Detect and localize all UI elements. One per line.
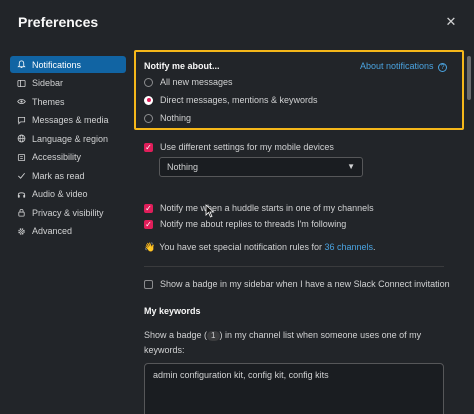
section-divider [144, 266, 444, 267]
sidebar-item-language-region[interactable]: Language & region [10, 130, 126, 147]
sidebar-item-label: Mark as read [32, 170, 85, 181]
notify-heading: Notify me about... [144, 61, 220, 71]
sidebar-item-accessibility[interactable]: Accessibility [10, 149, 126, 166]
about-notifications-link[interactable]: About notifications ? [360, 61, 448, 72]
sidebar-item-label: Notifications [32, 59, 82, 70]
sidebar-item-label: Accessibility [32, 152, 82, 162]
radio-label: All new messages [160, 77, 233, 87]
checkbox-label: Notify me about replies to threads I'm f… [160, 219, 347, 229]
dialog-title: Preferences [18, 14, 99, 30]
about-notifications-label: About notifications [360, 61, 434, 71]
eye-icon [16, 97, 26, 107]
sidebar-item-label: Advanced [32, 226, 73, 236]
sidebar-item-messages-media[interactable]: Messages & media [10, 112, 126, 129]
mobile-settings-checkbox-row[interactable]: ✓ Use different settings for my mobile d… [144, 142, 334, 152]
checkbox-label: Notify me when a huddle starts in one of… [160, 203, 374, 213]
close-icon: ✕ [445, 14, 457, 29]
count-badge: 1 [207, 331, 220, 341]
keywords-heading: My keywords [144, 306, 201, 316]
keywords-desc-before: Show a badge ( [144, 330, 208, 340]
lock-icon [16, 208, 26, 218]
select-value: Nothing [167, 162, 199, 172]
sidebar-item-label: Sidebar [32, 78, 64, 88]
preferences-sidebar: Notifications Sidebar Themes Messages & … [10, 56, 126, 241]
huddle-checkbox-row[interactable]: ✓ Notify me when a huddle starts in one … [144, 203, 374, 213]
rules-text: You have set special notification rules … [159, 242, 325, 252]
keywords-description: Show a badge (1) in my channel list when… [144, 328, 434, 358]
chevron-down-icon: ▼ [347, 162, 355, 171]
checkbox-checked[interactable]: ✓ [144, 203, 153, 213]
sidebar-item-label: Privacy & visibility [32, 207, 104, 218]
gear-icon [16, 226, 26, 236]
sidebar-item-label: Audio & video [32, 189, 88, 199]
radio-button[interactable] [144, 77, 153, 87]
radio-direct-messages[interactable]: Direct messages, mentions & keywords [144, 95, 318, 105]
checkbox-unchecked[interactable] [144, 279, 153, 289]
checkbox-checked[interactable]: ✓ [144, 219, 153, 229]
sidebar-icon [16, 78, 26, 88]
sidebar-item-sidebar[interactable]: Sidebar [10, 75, 126, 92]
radio-button[interactable] [144, 113, 153, 123]
radio-button-selected[interactable] [144, 95, 153, 105]
sidebar-item-label: Language & region [32, 133, 109, 144]
help-icon: ? [438, 63, 448, 72]
replies-checkbox-row[interactable]: ✓ Notify me about replies to threads I'm… [144, 219, 346, 229]
checkbox-label: Show a badge in my sidebar when I have a… [160, 279, 450, 289]
accessibility-icon [16, 152, 26, 162]
message-icon [16, 115, 26, 125]
slack-connect-checkbox-row[interactable]: Show a badge in my sidebar when I have a… [144, 279, 450, 289]
sidebar-item-notifications[interactable]: Notifications [10, 56, 126, 73]
close-button[interactable]: ✕ [444, 15, 458, 29]
checkbox-checked[interactable]: ✓ [144, 142, 153, 152]
scrollbar-thumb[interactable] [467, 56, 471, 100]
bell-icon [16, 60, 26, 70]
keywords-textarea[interactable]: admin configuration kit, config kit, con… [144, 363, 444, 414]
channels-link[interactable]: 36 channels [324, 242, 373, 252]
sidebar-item-privacy-visibility[interactable]: Privacy & visibility [10, 204, 126, 221]
sidebar-item-label: Messages & media [32, 115, 109, 125]
radio-label: Direct messages, mentions & keywords [160, 95, 318, 105]
keywords-value: admin configuration kit, config kit, con… [153, 370, 329, 380]
sidebar-item-advanced[interactable]: Advanced [10, 223, 126, 240]
sidebar-item-audio-video[interactable]: Audio & video [10, 186, 126, 203]
headphones-icon [16, 189, 26, 199]
sidebar-item-label: Themes [32, 96, 65, 107]
radio-all-new-messages[interactable]: All new messages [144, 77, 233, 87]
sidebar-item-themes[interactable]: Themes [10, 93, 126, 110]
check-icon [16, 171, 26, 181]
radio-label: Nothing [160, 113, 192, 123]
notification-rules-text: 👋 You have set special notification rules… [144, 242, 376, 253]
mobile-notify-select[interactable]: Nothing ▼ [159, 157, 363, 177]
radio-nothing[interactable]: Nothing [144, 113, 191, 123]
checkbox-label: Use different settings for my mobile dev… [160, 142, 334, 152]
sidebar-item-mark-as-read[interactable]: Mark as read [10, 167, 126, 184]
rules-suffix: . [373, 242, 376, 252]
globe-icon [16, 134, 26, 144]
mouse-cursor-icon [205, 204, 215, 218]
wave-emoji-icon: 👋 [144, 242, 156, 252]
